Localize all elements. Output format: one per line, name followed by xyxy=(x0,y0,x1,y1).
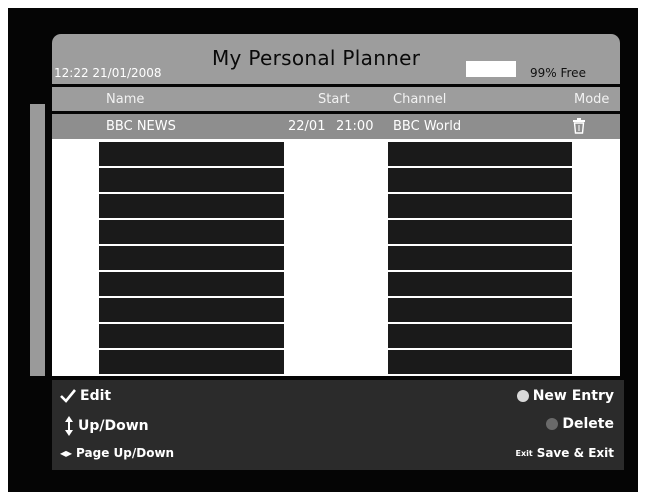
save-exit-hint[interactable]: Exit Save & Exit xyxy=(515,446,614,460)
column-header: Name Start Channel Mode xyxy=(52,87,620,111)
entry-start-date: 22/01 xyxy=(288,119,326,134)
list-item[interactable]: BBC NEWS 22/01 21:00 BBC World xyxy=(52,114,620,139)
free-space-bar xyxy=(466,61,516,77)
delete-hint[interactable]: Delete xyxy=(546,416,614,432)
empty-channel-slot[interactable] xyxy=(388,272,572,296)
empty-name-slot[interactable] xyxy=(99,324,284,348)
delete-label: Delete xyxy=(562,416,614,432)
checkmark-icon xyxy=(60,389,76,403)
empty-name-slot[interactable] xyxy=(99,220,284,244)
new-entry-label: New Entry xyxy=(532,388,614,404)
empty-channel-slot[interactable] xyxy=(388,246,572,270)
page-title: My Personal Planner xyxy=(212,46,421,70)
empty-name-slot[interactable] xyxy=(99,142,284,166)
empty-name-slot[interactable] xyxy=(99,194,284,218)
free-space-label: 99% Free xyxy=(530,66,586,80)
empty-name-slot[interactable] xyxy=(99,298,284,322)
empty-channel-slot[interactable] xyxy=(388,298,572,322)
entry-start-time: 21:00 xyxy=(336,119,374,134)
empty-channel-slot[interactable] xyxy=(388,350,572,374)
clock: 12:22 21/01/2008 xyxy=(54,66,162,80)
empty-channel-slot[interactable] xyxy=(388,142,572,166)
entry-channel: BBC World xyxy=(393,119,462,134)
column-name: Name xyxy=(106,92,145,107)
empty-name-slot[interactable] xyxy=(99,272,284,296)
up-down-label: Up/Down xyxy=(78,418,149,434)
button-legend: Edit Up/Down ◂▸ Page Up/Down New Entry D… xyxy=(52,380,624,470)
new-entry-hint[interactable]: New Entry xyxy=(516,388,614,404)
edit-hint[interactable]: Edit xyxy=(60,388,111,404)
page-up-down-label: Page Up/Down xyxy=(76,446,175,460)
empty-channel-slot[interactable] xyxy=(388,220,572,244)
empty-name-slot[interactable] xyxy=(99,350,284,374)
scrollbar[interactable] xyxy=(30,104,45,376)
column-start: Start xyxy=(318,92,350,107)
save-exit-label: Save & Exit xyxy=(536,446,614,460)
left-right-arrow-icon: ◂▸ xyxy=(60,446,73,460)
exit-key-icon: Exit xyxy=(515,448,533,458)
empty-channel-slot[interactable] xyxy=(388,324,572,348)
empty-name-slot[interactable] xyxy=(99,246,284,270)
grey-button-dot-icon xyxy=(546,418,559,430)
empty-channel-slot[interactable] xyxy=(388,168,572,192)
column-mode: Mode xyxy=(574,92,610,107)
trash-icon[interactable] xyxy=(572,118,586,134)
page-up-down-hint[interactable]: ◂▸ Page Up/Down xyxy=(60,446,174,460)
up-down-hint[interactable]: Up/Down xyxy=(64,416,149,436)
empty-channel-slot[interactable] xyxy=(388,194,572,218)
column-channel: Channel xyxy=(393,92,447,107)
planner-header: My Personal Planner 12:22 21/01/2008 99%… xyxy=(52,34,620,84)
edit-label: Edit xyxy=(80,388,112,404)
empty-name-slot[interactable] xyxy=(99,168,284,192)
white-button-dot-icon xyxy=(516,390,529,402)
planner-list: BBC NEWS 22/01 21:00 BBC World xyxy=(52,114,620,376)
up-down-arrow-icon xyxy=(65,416,73,436)
entry-name: BBC NEWS xyxy=(106,119,176,134)
